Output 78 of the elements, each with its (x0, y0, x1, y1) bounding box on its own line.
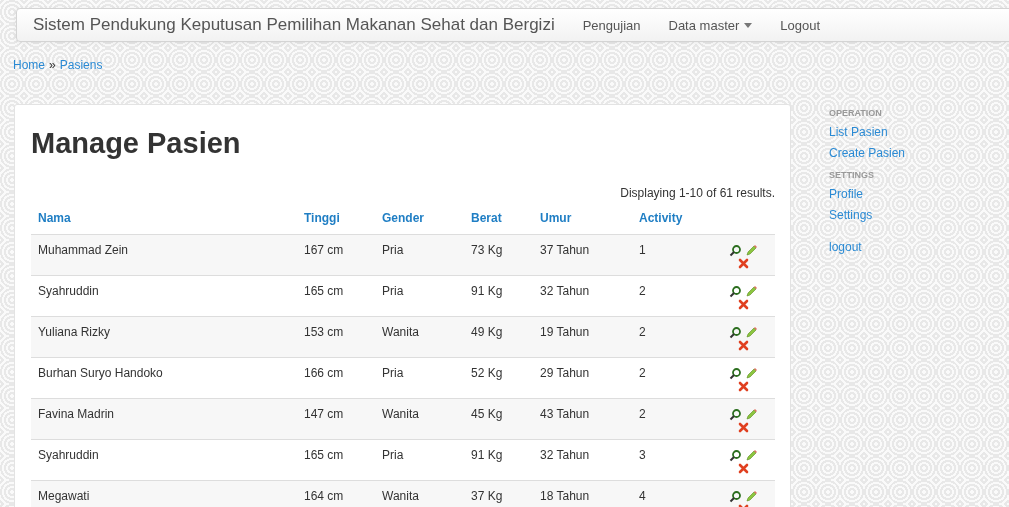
nav-link[interactable]: Logout (766, 17, 835, 33)
table-cell-text: 91 Kg (471, 283, 504, 298)
table-cell-text: 32 Tahun (540, 283, 591, 298)
column-header[interactable]: Activity (639, 211, 727, 225)
table-cell-text: 2 (639, 365, 647, 380)
breadcrumb-separator: » (49, 58, 56, 72)
table-cell-text: 165 cm (304, 283, 345, 298)
table-cell-text: 18 Tahun (540, 488, 591, 503)
sidebar-link[interactable]: List Pasien (829, 125, 979, 139)
table-cell-text: Yuliana Rizky (38, 324, 112, 339)
search-icon[interactable] (728, 408, 742, 421)
column-header[interactable]: Gender (382, 211, 471, 225)
table-cell-text: 91 Kg (471, 447, 504, 462)
table-cell-text: Muhammad Zein (38, 242, 130, 257)
caret-icon (744, 22, 753, 28)
column-header[interactable]: Umur (540, 211, 639, 225)
table-cell-text: 4 (639, 488, 647, 503)
breadcrumb-link[interactable]: Home (13, 58, 45, 72)
table-cell-text: 37 Tahun (540, 242, 591, 257)
table-cell-text: 49 Kg (471, 324, 504, 339)
table-cell-text: 167 cm (304, 242, 345, 257)
sidebar-link[interactable]: Create Pasien (829, 146, 979, 160)
delete-icon[interactable] (736, 298, 750, 311)
search-icon[interactable] (728, 244, 742, 257)
table-cell-text: Wanita (382, 488, 420, 503)
table-cell-text: Syahruddin (38, 447, 100, 462)
table-cell-text: 52 Kg (471, 365, 504, 380)
table-cell-text: Pria (382, 365, 405, 380)
table-cell-text: 73 Kg (471, 242, 504, 257)
table-cell-text: Pria (382, 242, 405, 257)
delete-icon[interactable] (736, 380, 750, 393)
table-cell-text: Pria (382, 447, 405, 462)
search-icon[interactable] (728, 367, 742, 380)
table-cell-text: 43 Tahun (540, 406, 591, 421)
brand-link[interactable]: Sistem Pendukung Keputusan Pemilihan Makanan Sehat dan Bergizi (33, 15, 555, 35)
page-title: Manage Pasien (31, 127, 242, 160)
search-icon[interactable] (728, 490, 742, 503)
column-header[interactable]: Berat (471, 211, 540, 225)
table-cell-text: Wanita (382, 406, 420, 421)
column-header[interactable]: Nama (38, 211, 304, 225)
table-cell-text: 2 (639, 283, 647, 298)
table-cell-text: 19 Tahun (540, 324, 591, 339)
delete-icon[interactable] (736, 462, 750, 475)
delete-icon[interactable] (736, 421, 750, 434)
table-cell-text: 32 Tahun (540, 447, 591, 462)
table-cell-text: 3 (639, 447, 647, 462)
delete-icon[interactable] (736, 339, 750, 352)
sidebar-link[interactable]: Settings (829, 208, 979, 222)
table-cell-text: Favina Madrin (38, 406, 116, 421)
table-cell-text: Burhan Suryo Handoko (38, 365, 164, 380)
table-cell-text: Pria (382, 283, 405, 298)
table-cell-text: 2 (639, 406, 647, 421)
delete-icon[interactable] (736, 257, 750, 270)
table-cell-text: 29 Tahun (540, 365, 591, 380)
sidebar-heading: SETTINGS (829, 170, 875, 180)
search-icon[interactable] (728, 449, 742, 462)
search-icon[interactable] (728, 326, 742, 339)
table-cell-text: 1 (639, 242, 647, 257)
sidebar-heading: OPERATION (829, 108, 883, 118)
search-icon[interactable] (728, 285, 742, 298)
table-cell-text: 2 (639, 324, 647, 339)
nav-link[interactable]: Pengujian (568, 17, 655, 33)
table-cell-text: 45 Kg (471, 406, 504, 421)
table-cell-text: 164 cm (304, 488, 345, 503)
nav-link[interactable]: Data master (654, 17, 767, 33)
table-cell-text: 153 cm (304, 324, 345, 339)
table-cell-text: 37 Kg (471, 488, 504, 503)
results-summary: Displaying 1-10 of 61 results. (619, 186, 775, 200)
table-cell-text: 147 cm (304, 406, 345, 421)
table-cell-text: 166 cm (304, 365, 345, 380)
sidebar-link[interactable]: logout (829, 240, 979, 254)
column-header[interactable]: Tinggi (304, 211, 382, 225)
table-cell-text: 165 cm (304, 447, 345, 462)
table-cell-text: Wanita (382, 324, 420, 339)
table-cell-text: Megawati (38, 488, 91, 503)
breadcrumb-link[interactable]: Pasiens (59, 58, 103, 72)
sidebar-link[interactable]: Profile (829, 187, 979, 201)
table-cell-text: Syahruddin (38, 283, 100, 298)
